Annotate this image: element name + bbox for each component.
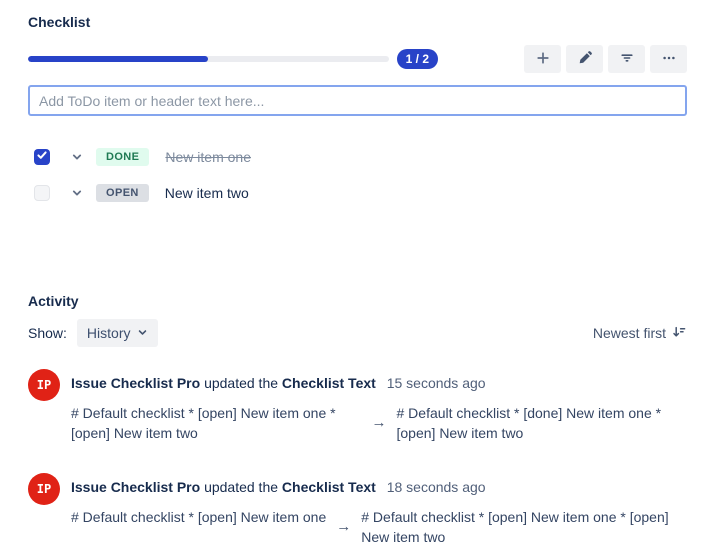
- sort-order-button[interactable]: Newest first: [593, 324, 687, 343]
- sort-descending-icon: [671, 324, 687, 343]
- chevron-down-icon[interactable]: [71, 151, 83, 163]
- item-checkbox-checked[interactable]: [34, 149, 50, 165]
- activity-controls: Show: History Newest first: [28, 319, 687, 347]
- actor-name: Issue Checklist Pro: [71, 375, 200, 391]
- arrow-right-icon: →: [336, 517, 351, 537]
- progress-toolbar-row: 1 / 2: [28, 45, 687, 73]
- new-value: # Default checklist * [open] New item on…: [361, 507, 671, 542]
- chevron-down-icon[interactable]: [71, 187, 83, 199]
- add-item-button[interactable]: [524, 45, 561, 73]
- arrow-right-icon: →: [372, 413, 387, 433]
- action-text: updated the: [204, 375, 278, 391]
- old-value: # Default checklist * [open] New item on…: [71, 403, 362, 443]
- action-text: updated the: [204, 479, 278, 495]
- ellipsis-icon: [661, 50, 677, 69]
- item-checkbox-unchecked[interactable]: [34, 185, 50, 201]
- edit-checklist-button[interactable]: [566, 45, 603, 73]
- progress-bar: [28, 56, 389, 62]
- activity-title: Activity: [28, 293, 687, 309]
- activity-entry-header: Issue Checklist Pro updated the Checklis…: [71, 479, 671, 495]
- checklist-toolbar: [524, 45, 687, 73]
- activity-section: Activity Show: History Newest first IP: [28, 293, 687, 542]
- change-diff: # Default checklist * [open] New item on…: [71, 403, 687, 443]
- status-badge[interactable]: DONE: [96, 148, 149, 166]
- actor-name: Issue Checklist Pro: [71, 479, 200, 495]
- checklist-items: DONE New item one OPEN New item two: [28, 139, 687, 211]
- activity-entry-header: Issue Checklist Pro updated the Checklis…: [71, 375, 687, 391]
- filter-icon: [619, 50, 635, 69]
- checklist-item-row: OPEN New item two: [28, 175, 687, 211]
- activity-entry-body: Issue Checklist Pro updated the Checklis…: [71, 369, 687, 443]
- item-text[interactable]: New item one: [165, 149, 251, 165]
- checklist-title: Checklist: [28, 14, 687, 30]
- old-value: # Default checklist * [open] New item on…: [71, 507, 326, 542]
- more-options-button[interactable]: [650, 45, 687, 73]
- status-badge[interactable]: OPEN: [96, 184, 149, 202]
- check-icon: [36, 148, 48, 166]
- progress-count-badge: 1 / 2: [397, 49, 438, 69]
- avatar[interactable]: IP: [28, 473, 60, 505]
- history-filter-value: History: [87, 325, 131, 341]
- history-filter-dropdown[interactable]: History: [77, 319, 159, 347]
- activity-entry: IP Issue Checklist Pro updated the Check…: [28, 473, 687, 542]
- item-text[interactable]: New item two: [165, 185, 249, 201]
- show-label: Show:: [28, 325, 67, 341]
- chevron-down-icon: [137, 325, 148, 341]
- checklist-item-row: DONE New item one: [28, 139, 687, 175]
- timestamp: 18 seconds ago: [387, 479, 486, 495]
- add-todo-input[interactable]: [28, 85, 687, 116]
- sort-order-label: Newest first: [593, 325, 666, 341]
- progress-fill: [28, 56, 208, 62]
- change-diff: # Default checklist * [open] New item on…: [71, 507, 671, 542]
- filter-items-button[interactable]: [608, 45, 645, 73]
- issue-checklist-panel: Checklist 1 / 2: [0, 0, 719, 542]
- avatar[interactable]: IP: [28, 369, 60, 401]
- field-name: Checklist Text: [282, 375, 376, 391]
- new-value: # Default checklist * [done] New item on…: [397, 403, 688, 443]
- pencil-icon: [577, 50, 593, 69]
- field-name: Checklist Text: [282, 479, 376, 495]
- activity-entry-body: Issue Checklist Pro updated the Checklis…: [71, 473, 671, 542]
- plus-icon: [535, 50, 551, 69]
- timestamp: 15 seconds ago: [387, 375, 486, 391]
- activity-entry: IP Issue Checklist Pro updated the Check…: [28, 369, 687, 443]
